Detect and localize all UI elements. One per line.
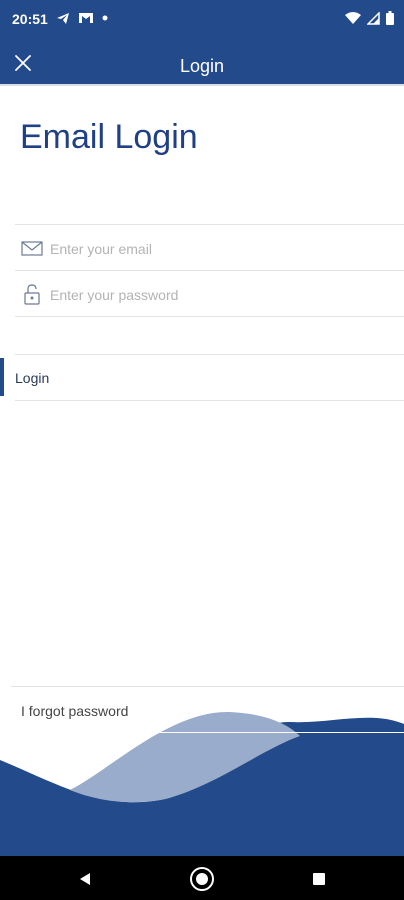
email-field-row bbox=[15, 225, 404, 273]
dot-icon bbox=[102, 15, 108, 21]
lock-icon bbox=[24, 284, 40, 305]
gmail-icon bbox=[79, 13, 93, 23]
recents-icon bbox=[313, 873, 325, 885]
recents-button[interactable] bbox=[306, 866, 332, 892]
login-accent-bar bbox=[0, 358, 4, 396]
signal-icon bbox=[367, 11, 380, 25]
password-field-row bbox=[15, 271, 404, 319]
login-button[interactable]: Login bbox=[0, 355, 404, 400]
back-icon bbox=[80, 873, 90, 885]
forgot-password-link[interactable]: I forgot password bbox=[11, 687, 404, 732]
login-button-label: Login bbox=[15, 370, 50, 386]
envelope-icon bbox=[21, 241, 43, 256]
system-nav-bar bbox=[0, 856, 404, 900]
wifi-icon bbox=[345, 11, 361, 24]
page-title: Email Login bbox=[20, 118, 198, 156]
back-button[interactable] bbox=[72, 866, 98, 892]
status-system-icons bbox=[345, 11, 394, 25]
app-bar-title: Login bbox=[179, 56, 225, 76]
email-input[interactable] bbox=[48, 225, 392, 273]
password-input[interactable] bbox=[48, 271, 392, 319]
divider bbox=[15, 316, 404, 317]
home-button[interactable] bbox=[189, 866, 215, 892]
app-bar-divider bbox=[0, 84, 404, 86]
status-bar: 20:51 bbox=[0, 0, 404, 38]
status-notification-icons bbox=[56, 11, 108, 25]
forgot-password-label: I forgot password bbox=[21, 703, 129, 719]
status-time: 20:51 bbox=[12, 11, 48, 27]
divider bbox=[11, 732, 404, 733]
telegram-icon bbox=[57, 13, 69, 24]
battery-icon bbox=[386, 11, 394, 25]
app-bar: Login bbox=[0, 38, 404, 84]
divider bbox=[15, 400, 404, 401]
home-icon bbox=[190, 867, 214, 891]
